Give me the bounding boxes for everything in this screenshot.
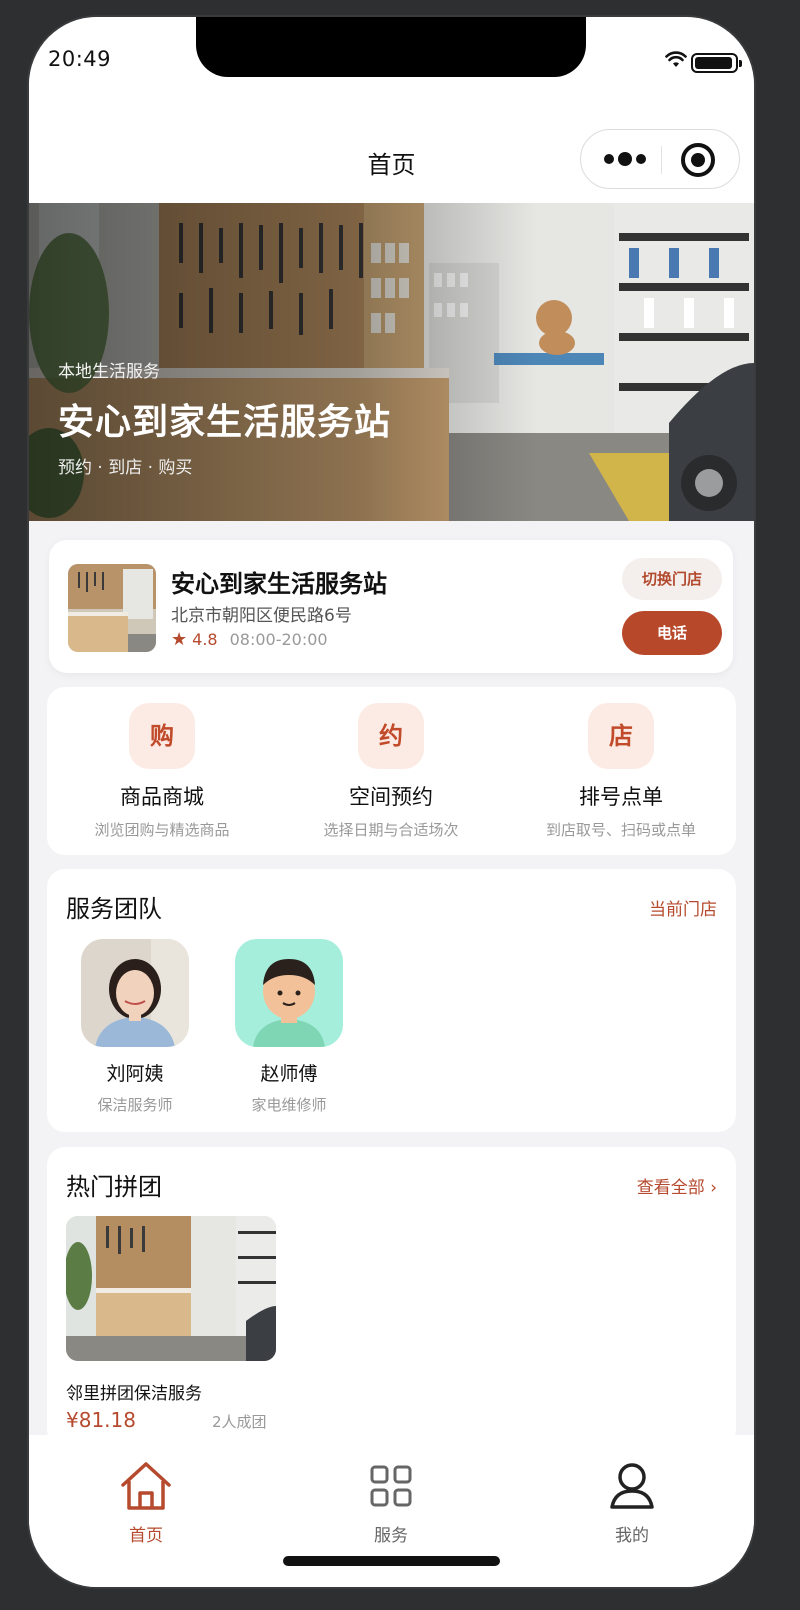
member-role: 保洁服务师: [97, 1096, 173, 1114]
action-title: 空间预约: [349, 785, 433, 809]
close-miniprogram-icon[interactable]: [681, 143, 715, 177]
group-buy-price: ¥81.18: [66, 1408, 136, 1432]
user-icon: [610, 1463, 654, 1509]
team-member[interactable]: 赵师傅 家电维修师: [235, 939, 343, 1115]
action-shop[interactable]: 购 商品商城 浏览团购与精选商品: [47, 703, 277, 840]
action-subtitle: 选择日期与合适场次: [323, 821, 459, 839]
store-hours: 08:00-20:00: [229, 630, 328, 649]
store-thumbnail: [68, 564, 156, 652]
tab-label: 首页: [129, 1526, 163, 1546]
action-title: 商品商城: [120, 785, 204, 809]
member-name: 赵师傅: [260, 1063, 318, 1085]
store-address: 北京市朝阳区便民路6号: [171, 606, 352, 626]
store-meta: ★ 4.8 08:00-20:00: [171, 629, 328, 650]
member-role: 家电维修师: [251, 1096, 327, 1114]
section-title: 热门拼团: [66, 1173, 162, 1201]
home-indicator: [283, 1556, 500, 1566]
more-icon[interactable]: [599, 147, 659, 171]
shop-icon: 购: [129, 703, 195, 769]
tab-home[interactable]: 首页: [86, 1461, 206, 1546]
call-button[interactable]: 电话: [622, 611, 722, 655]
tab-label: 服务: [374, 1526, 408, 1546]
nav-bar: 首页: [29, 107, 754, 203]
hero-eyebrow: 本地生活服务: [58, 362, 160, 382]
action-subtitle: 到店取号、扫码或点单: [545, 821, 696, 839]
view-all-link[interactable]: 查看全部 ›: [637, 1173, 717, 1198]
status-bar: 20:49: [29, 17, 754, 107]
store-rating: 4.8: [192, 630, 218, 649]
action-queue[interactable]: 店 排号点单 到店取号、扫码或点单: [506, 703, 736, 840]
store-name: 安心到家生活服务站: [171, 570, 387, 598]
switch-store-button[interactable]: 切换门店: [622, 558, 722, 600]
capsule-divider: [661, 146, 662, 174]
notch: [196, 17, 586, 77]
hero-tags: 预约 · 到店 · 购买: [58, 458, 193, 478]
store-card[interactable]: 安心到家生活服务站 北京市朝阳区便民路6号 ★ 4.8 08:00-20:00 …: [49, 540, 733, 673]
action-title: 排号点单: [579, 785, 663, 809]
team-member[interactable]: 刘阿姨 保洁服务师: [81, 939, 189, 1115]
hero-title: 安心到家生活服务站: [58, 402, 392, 443]
star-icon: ★: [171, 629, 188, 650]
group-buy-section: 热门拼团 查看全部 › 邻里拼团保洁服务 ¥81.18 2人成团: [47, 1147, 736, 1447]
current-store-link[interactable]: 当前门店: [649, 895, 717, 920]
group-buy-min-people: 2人成团: [212, 1413, 267, 1431]
service-team-section: 服务团队 当前门店 刘阿姨 保洁服务师 赵师傅 家电维修师: [47, 869, 736, 1132]
action-subtitle: 浏览团购与精选商品: [94, 821, 230, 839]
member-name: 刘阿姨: [106, 1063, 164, 1085]
group-buy-image[interactable]: [66, 1216, 276, 1361]
store-icon: 店: [588, 703, 654, 769]
avatar: [81, 939, 189, 1047]
phone-screen: 20:49 首页 本地生活服务 安心到家生活服务站 预约 · 到店 · 购买 安…: [29, 17, 754, 1587]
battery-icon: [691, 53, 742, 73]
group-buy-name: 邻里拼团保洁服务: [66, 1384, 202, 1404]
avatar: [235, 939, 343, 1047]
tab-label: 我的: [615, 1526, 649, 1546]
home-icon: [121, 1462, 171, 1510]
wifi-icon: [665, 51, 687, 67]
hero-banner[interactable]: 本地生活服务 安心到家生活服务站 预约 · 到店 · 购买: [29, 203, 754, 521]
section-title: 服务团队: [66, 895, 162, 923]
booking-icon: 约: [358, 703, 424, 769]
tab-profile[interactable]: 我的: [572, 1461, 692, 1546]
status-time: 20:49: [48, 47, 112, 71]
tab-services[interactable]: 服务: [331, 1461, 451, 1546]
grid-icon: [370, 1465, 412, 1507]
miniprogram-capsule: [580, 129, 740, 189]
action-booking[interactable]: 约 空间预约 选择日期与合适场次: [276, 703, 506, 840]
quick-actions: 购 商品商城 浏览团购与精选商品 约 空间预约 选择日期与合适场次 店 排号点单…: [47, 687, 736, 855]
